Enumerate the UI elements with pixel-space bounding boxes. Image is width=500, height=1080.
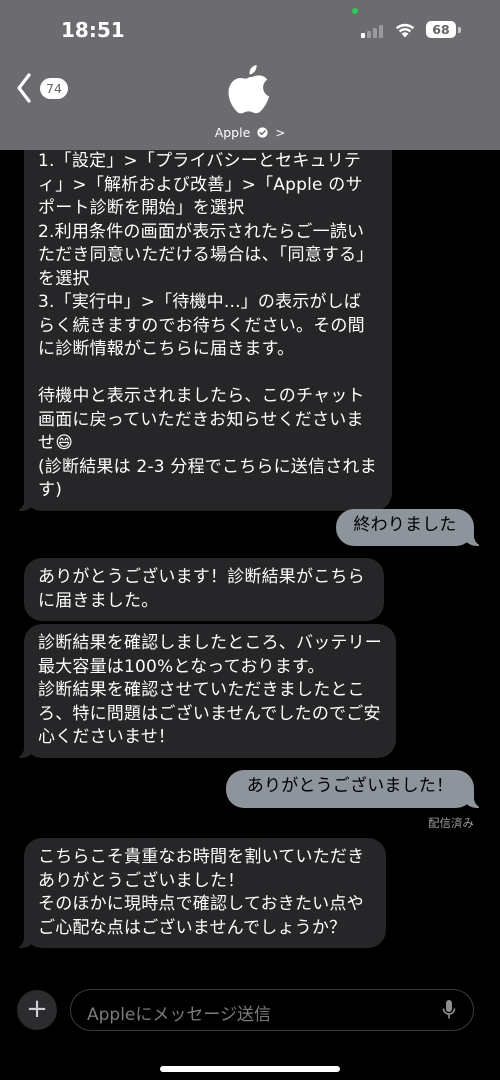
- apple-logo-icon[interactable]: [225, 64, 273, 116]
- message-input[interactable]: Appleにメッセージ送信: [70, 989, 474, 1031]
- wifi-icon: [395, 23, 415, 38]
- compose-bar: + Appleにメッセージ送信: [0, 980, 500, 1080]
- message-incoming[interactable]: ありがとうございます！診断結果がこちらに届きました。: [24, 558, 384, 621]
- message-outgoing[interactable]: 終わりました: [336, 509, 484, 546]
- chevron-right-icon: >: [275, 125, 286, 140]
- privacy-indicator: [352, 8, 358, 14]
- unread-count-badge: 74: [40, 78, 68, 99]
- back-button[interactable]: 74: [16, 72, 72, 106]
- message-input-placeholder: Appleにメッセージ送信: [87, 1005, 272, 1025]
- message-incoming[interactable]: 診断結果を確認しましたところ、バッテリー最大容量は100%となっております。 診…: [14, 624, 396, 758]
- chevron-left-icon: [17, 73, 31, 103]
- battery-icon: 68: [426, 21, 456, 38]
- delivered-status: 配信済み: [428, 816, 474, 830]
- status-time: 18:51: [61, 18, 125, 42]
- add-attachment-button[interactable]: +: [17, 990, 57, 1030]
- cellular-signal-icon: [361, 24, 385, 38]
- message-outgoing[interactable]: ありがとうございました！: [226, 770, 484, 808]
- chat-header: 18:51 68 74 Apple >: [0, 0, 500, 150]
- message-incoming[interactable]: こちらこそ貴重なお時間を割いていただきありがとうございました！ そのほかに現時点…: [14, 838, 386, 948]
- contact-name: Apple: [214, 125, 251, 140]
- message-incoming[interactable]: 1.「設定」>「プライバシーとセキュリティ」>「解析および改善」>「Apple …: [14, 130, 392, 511]
- microphone-icon[interactable]: [442, 999, 456, 1021]
- verified-badge-icon: [257, 127, 268, 138]
- home-indicator[interactable]: [160, 1066, 340, 1072]
- contact-title[interactable]: Apple >: [0, 124, 500, 140]
- battery-cap: [458, 27, 461, 33]
- message-list[interactable]: 1.「設定」>「プライバシーとセキュリティ」>「解析および改善」>「Apple …: [0, 0, 500, 1080]
